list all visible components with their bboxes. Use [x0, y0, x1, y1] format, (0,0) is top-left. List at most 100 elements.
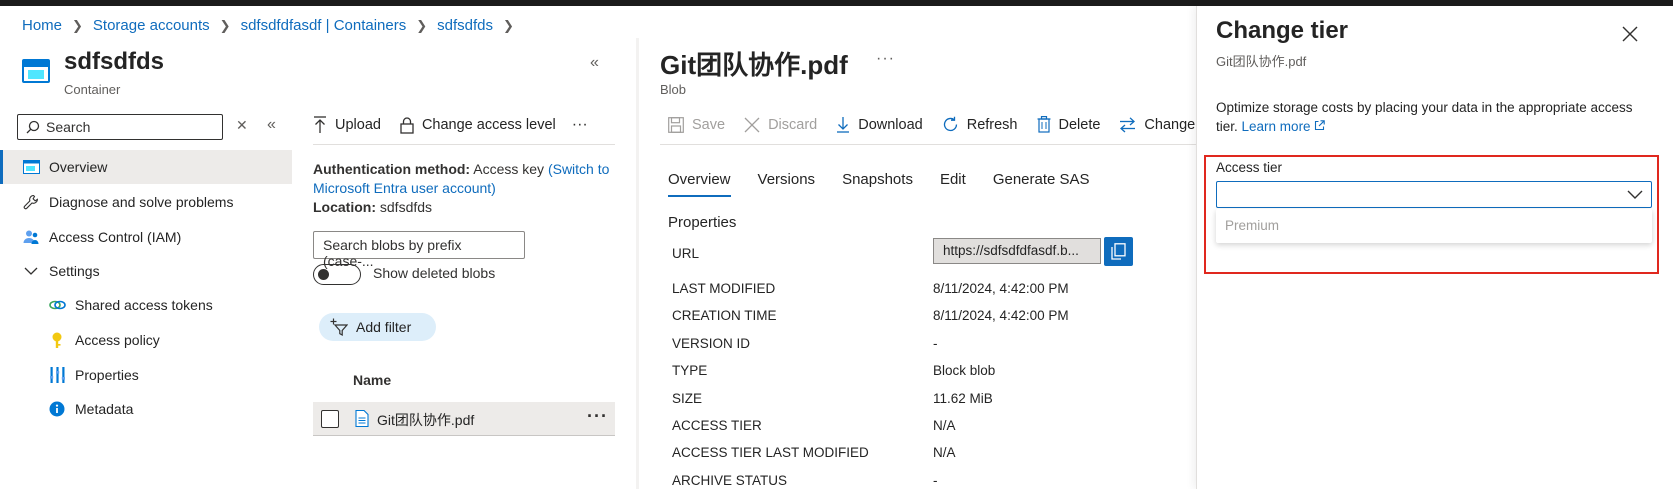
column-header-name[interactable]: Name [353, 372, 391, 388]
close-icon [744, 117, 760, 132]
property-key: VERSION ID [672, 336, 751, 351]
download-icon [837, 117, 850, 133]
sidebar-item-metadata[interactable]: Metadata [0, 392, 292, 426]
tab-generate-sas[interactable]: Generate SAS [993, 171, 1090, 188]
show-deleted-label: Show deleted blobs [373, 265, 496, 281]
add-filter-button[interactable]: Add filter [319, 313, 436, 341]
collapse-sidebar-icon[interactable]: « [267, 116, 276, 134]
blob-more-button[interactable]: ··· [876, 50, 895, 68]
people-icon [22, 228, 40, 246]
access-tier-label: Access tier [1216, 160, 1283, 175]
sidebar-item-label: Settings [49, 263, 100, 279]
refresh-button[interactable]: Refresh [942, 116, 1018, 133]
save-icon [668, 116, 684, 133]
sidebar-item-shared-access-tokens[interactable]: Shared access tokens [0, 288, 292, 322]
page-subtitle: Container [64, 82, 121, 97]
property-key: ACCESS TIER [672, 418, 762, 433]
auth-method-value: Access key [473, 161, 545, 177]
url-field[interactable]: https://sdfsdfdfasdf.b... [933, 238, 1101, 264]
panel-divider [636, 38, 639, 489]
copy-icon [1111, 243, 1126, 260]
change-tier-button[interactable]: Change [1119, 117, 1195, 133]
collapse-icon[interactable]: « [590, 54, 599, 72]
tab-overview[interactable]: Overview [668, 171, 731, 197]
chevron-right-icon: ❯ [219, 17, 231, 33]
breadcrumb-home[interactable]: Home [22, 17, 62, 34]
sidebar-item-overview[interactable]: Overview [0, 150, 292, 184]
sidebar-item-label: Properties [75, 367, 139, 383]
blob-subtitle: Blob [660, 82, 687, 97]
search-blobs-input[interactable]: Search blobs by prefix (case-... [313, 231, 525, 269]
property-key: ARCHIVE STATUS [672, 473, 788, 488]
breadcrumb-containers[interactable]: sdfsdfdfasdf | Containers [241, 17, 407, 34]
sidebar-item-label: Metadata [75, 401, 134, 417]
chevron-right-icon: ❯ [503, 17, 514, 33]
upload-icon [314, 116, 326, 133]
location-label: Location: [313, 199, 376, 215]
learn-more-link[interactable]: Learn more [1242, 119, 1326, 134]
sidebar-item-access-policy[interactable]: Access policy [0, 323, 292, 357]
discard-label: Discard [768, 116, 818, 133]
add-filter-label: Add filter [356, 319, 412, 335]
breadcrumb: Home ❯ Storage accounts ❯ sdfsdfdfasdf |… [22, 17, 524, 34]
sidebar-item-label: Access policy [75, 332, 160, 348]
access-tier-options: Premium [1216, 209, 1652, 243]
property-value: - [933, 336, 938, 351]
tab-snapshots[interactable]: Snapshots [842, 171, 913, 188]
refresh-label: Refresh [966, 116, 1018, 133]
copy-url-button[interactable] [1104, 237, 1133, 266]
chevron-right-icon: ❯ [72, 17, 83, 33]
sidebar-item-label: Access Control (IAM) [49, 229, 182, 245]
delete-label: Delete [1058, 116, 1101, 133]
save-label: Save [692, 116, 726, 133]
change-tier-subtitle: Git团队协作.pdf [1216, 54, 1307, 69]
sidebar-item-label: Shared access tokens [75, 297, 213, 313]
save-button[interactable]: Save [668, 117, 725, 133]
blob-title: Git团队协作.pdf [660, 50, 848, 80]
location-value: sdfsdfds [379, 199, 433, 215]
download-button[interactable]: Download [836, 116, 923, 133]
refresh-icon [943, 116, 957, 132]
more-actions-button[interactable]: ··· [572, 116, 588, 134]
change-access-level-button[interactable]: Change access level [400, 116, 556, 134]
download-label: Download [858, 116, 923, 133]
property-key: SIZE [672, 391, 703, 406]
sidebar-item-label: Overview [49, 159, 108, 175]
change-tier-description: Optimize storage costs by placing your d… [1216, 98, 1646, 136]
search-icon [26, 120, 40, 134]
upload-button[interactable]: Upload [313, 116, 381, 134]
document-icon [355, 410, 369, 427]
tab-versions[interactable]: Versions [758, 171, 816, 188]
info-icon [48, 400, 66, 418]
property-value: 11.62 MiB [933, 391, 993, 406]
option-premium[interactable]: Premium [1225, 218, 1279, 233]
blob-name[interactable]: Git团队协作.pdf [377, 410, 474, 430]
breadcrumb-container[interactable]: sdfsdfds [437, 17, 493, 34]
change-tier-title: Change tier [1216, 17, 1349, 44]
delete-button[interactable]: Delete [1037, 116, 1101, 133]
tab-edit[interactable]: Edit [940, 171, 966, 188]
property-key: ACCESS TIER LAST MODIFIED [672, 445, 869, 460]
learn-more-label: Learn more [1241, 119, 1311, 134]
breadcrumb-storage-accounts[interactable]: Storage accounts [93, 17, 210, 34]
page-title: sdfsdfds [64, 48, 165, 75]
sidebar-group-settings[interactable]: Settings [0, 254, 292, 288]
sidebar-search-input[interactable]: Search [17, 114, 223, 140]
sidebar-item-properties[interactable]: Properties [0, 358, 292, 392]
blob-tabs: Overview Versions Snapshots Edit Generat… [668, 171, 1117, 197]
row-checkbox[interactable] [321, 410, 339, 428]
sidebar-item-diagnose[interactable]: Diagnose and solve problems [0, 185, 292, 219]
auth-method-label: Authentication method: [313, 161, 471, 177]
access-tier-dropdown[interactable] [1216, 181, 1652, 208]
sidebar-item-iam[interactable]: Access Control (IAM) [0, 220, 292, 254]
discard-button[interactable]: Discard [744, 117, 817, 133]
clear-search-icon[interactable]: ✕ [236, 117, 248, 134]
divider [660, 144, 1200, 145]
close-panel-button[interactable] [1622, 22, 1638, 48]
show-deleted-toggle[interactable] [313, 264, 361, 285]
row-more-button[interactable]: ··· [587, 406, 608, 427]
property-value: 8/11/2024, 4:42:00 PM [933, 308, 1069, 323]
properties-heading: Properties [668, 214, 737, 231]
table-row[interactable]: Git团队协作.pdf ··· [313, 402, 615, 436]
wrench-icon [22, 193, 40, 211]
